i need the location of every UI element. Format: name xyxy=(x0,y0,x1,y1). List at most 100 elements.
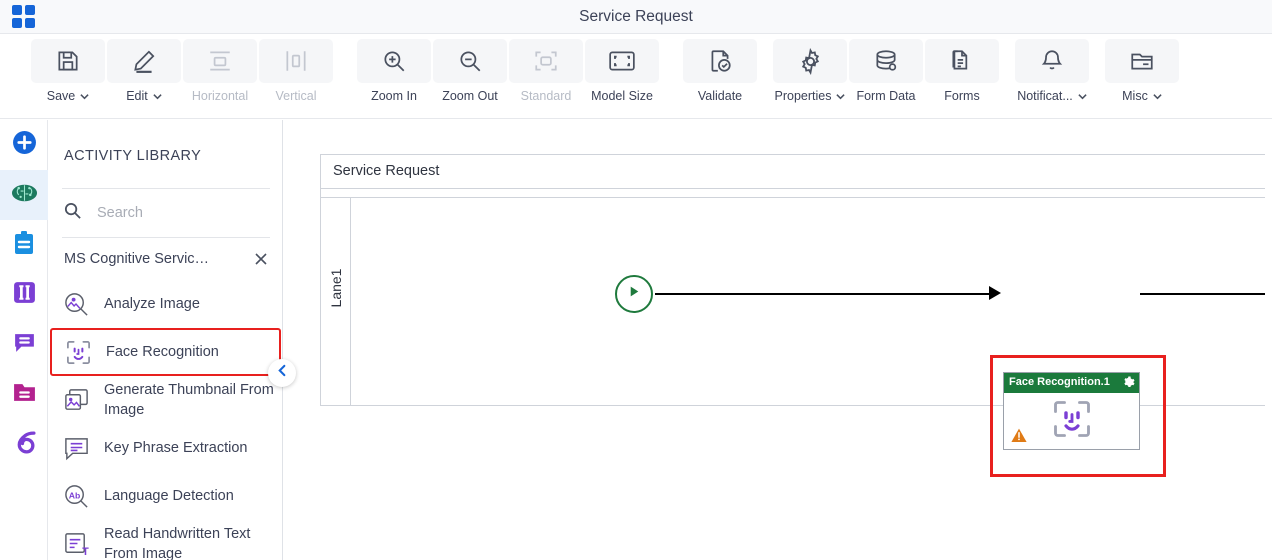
divider xyxy=(62,237,270,238)
lane-label: Lane1 xyxy=(328,268,344,308)
panel-collapse-button[interactable] xyxy=(268,359,296,387)
save-label: Save xyxy=(46,89,76,103)
activity-item-face-recognition[interactable]: Face Recognition xyxy=(50,328,281,376)
model-size-button[interactable]: Model Size xyxy=(584,39,660,117)
standard-size-button[interactable]: Standard xyxy=(508,39,584,117)
gear-icon xyxy=(773,39,847,83)
activity-item-read-handwritten-text[interactable]: T Read Handwritten Text From Image xyxy=(48,520,282,560)
vertical-button[interactable]: Vertical xyxy=(258,39,334,117)
handwritten-text-icon: T xyxy=(62,530,90,558)
face-recognition-icon xyxy=(64,338,92,366)
activity-library-title: ACTIVITY LIBRARY xyxy=(64,148,202,164)
vertical-label: Vertical xyxy=(275,89,317,103)
activity-item-analyze-image[interactable]: Analyze Image xyxy=(48,280,282,328)
chevron-left-icon xyxy=(276,364,289,382)
zoom-out-label: Zoom Out xyxy=(442,89,498,103)
clipboard-icon xyxy=(12,230,36,261)
activity-library-panel: ACTIVITY LIBRARY MS Cognitive Servic… xyxy=(48,120,283,560)
forms-icon xyxy=(925,39,999,83)
horizontal-icon xyxy=(183,39,257,83)
activity-label: Face Recognition xyxy=(106,344,219,360)
sequence-flow-2[interactable] xyxy=(1140,293,1272,295)
save-icon xyxy=(31,39,105,83)
svg-text:Ab: Ab xyxy=(68,490,80,500)
canvas-right-gutter xyxy=(1265,120,1272,560)
save-button[interactable]: Save xyxy=(30,39,106,117)
rail-item-integrations[interactable] xyxy=(0,420,48,470)
pool-title: Service Request xyxy=(333,163,440,179)
rail-item-messages[interactable] xyxy=(0,320,48,370)
activity-label: Generate Thumbnail From Image xyxy=(104,382,274,418)
bell-icon xyxy=(1015,39,1089,83)
warning-icon[interactable] xyxy=(1011,428,1027,448)
sequence-flow-1[interactable] xyxy=(655,293,989,295)
horizontal-label: Horizontal xyxy=(191,89,249,103)
rail-item-cognitive-services[interactable] xyxy=(0,170,48,220)
process-canvas[interactable]: Service Request Lane1 Face Recognition.1 xyxy=(284,120,1272,560)
standard-label: Standard xyxy=(520,89,572,103)
misc-label: Misc xyxy=(1122,89,1148,103)
svg-text:T: T xyxy=(82,546,89,558)
chevron-down-icon xyxy=(1078,92,1087,101)
activity-label: Language Detection xyxy=(104,488,234,504)
close-icon[interactable] xyxy=(252,250,270,268)
key-phrase-icon xyxy=(62,434,90,462)
category-row: MS Cognitive Servic… xyxy=(48,240,282,280)
properties-button[interactable]: Properties xyxy=(772,39,848,117)
chevron-down-icon xyxy=(836,92,846,101)
standard-size-icon xyxy=(509,39,583,83)
edit-button[interactable]: Edit xyxy=(106,39,182,117)
chat-icon xyxy=(12,330,37,360)
activity-label: Key Phrase Extraction xyxy=(104,440,248,456)
activity-item-generate-thumbnail[interactable]: Generate Thumbnail From Image xyxy=(48,376,282,424)
notifications-button[interactable]: Notificat... xyxy=(1014,39,1090,117)
face-recognition-icon xyxy=(1051,398,1093,445)
database-icon xyxy=(849,39,923,83)
forms-button[interactable]: Forms xyxy=(924,39,1000,117)
zoom-out-icon xyxy=(433,39,507,83)
zoom-in-button[interactable]: Zoom In xyxy=(356,39,432,117)
analyze-image-icon xyxy=(62,290,90,318)
task-face-recognition[interactable]: Face Recognition.1 xyxy=(1003,372,1140,450)
activity-label: Analyze Image xyxy=(104,296,200,312)
properties-label: Properties xyxy=(774,89,832,103)
left-icon-rail xyxy=(0,120,48,560)
start-event[interactable] xyxy=(615,275,653,313)
chevron-down-icon xyxy=(1153,92,1162,101)
zoom-out-button[interactable]: Zoom Out xyxy=(432,39,508,117)
vertical-icon xyxy=(259,39,333,83)
validate-icon xyxy=(683,39,757,83)
zoom-in-icon xyxy=(357,39,431,83)
activity-item-key-phrase-extraction[interactable]: Key Phrase Extraction xyxy=(48,424,282,472)
rail-item-columns[interactable] xyxy=(0,270,48,320)
activity-list: Analyze Image Face Recognition Generate … xyxy=(48,280,282,560)
chevron-down-icon xyxy=(80,92,89,101)
play-icon xyxy=(628,285,641,303)
activity-item-language-detection[interactable]: Ab Language Detection xyxy=(48,472,282,520)
model-size-icon xyxy=(585,39,659,83)
task-header: Face Recognition.1 xyxy=(1004,373,1139,393)
edit-label: Edit xyxy=(126,89,148,103)
search-icon xyxy=(63,201,82,225)
horizontal-button[interactable]: Horizontal xyxy=(182,39,258,117)
rail-item-tasks[interactable] xyxy=(0,220,48,270)
columns-icon xyxy=(12,280,37,310)
rail-item-documents[interactable] xyxy=(0,370,48,420)
search-input[interactable] xyxy=(95,204,245,222)
model-size-label: Model Size xyxy=(591,89,653,103)
notifications-label: Notificat... xyxy=(1017,89,1073,103)
title-bar: Service Request xyxy=(0,0,1272,34)
folder-icon xyxy=(1105,39,1179,83)
misc-button[interactable]: Misc xyxy=(1104,39,1180,117)
category-label: MS Cognitive Servic… xyxy=(64,251,210,267)
validate-button[interactable]: Validate xyxy=(682,39,758,117)
plus-circle-icon xyxy=(12,130,37,160)
form-data-button[interactable]: Form Data xyxy=(848,39,924,117)
rail-item-add[interactable] xyxy=(0,120,48,170)
task-title: Face Recognition.1 xyxy=(1009,376,1110,388)
page-title: Service Request xyxy=(579,8,693,25)
validate-label: Validate xyxy=(697,89,743,103)
form-data-label: Form Data xyxy=(856,89,916,103)
gear-icon[interactable] xyxy=(1122,376,1135,394)
search-row xyxy=(48,189,282,237)
